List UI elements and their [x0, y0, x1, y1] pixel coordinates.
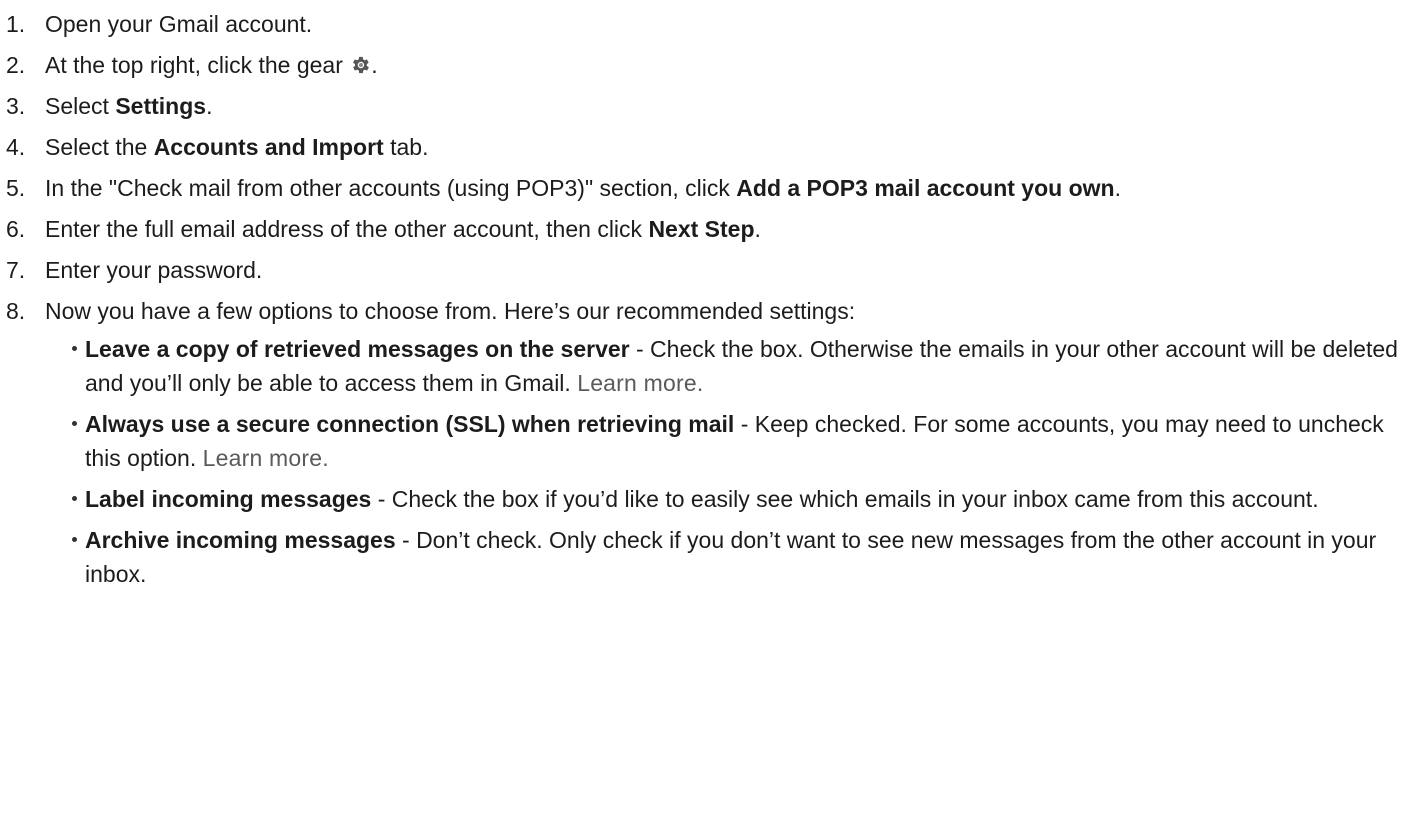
step-number: 1. [6, 11, 26, 37]
step-number: 7. [6, 257, 26, 283]
options-list: Leave a copy of retrieved messages on th… [45, 332, 1400, 591]
step-text: Now you have a few options to choose fro… [45, 298, 856, 324]
bullet [72, 421, 77, 426]
step-4: 4. Select the Accounts and Import tab. [0, 130, 1400, 164]
step-number: 3. [6, 93, 26, 119]
step-text: In the "Check mail from other accounts (… [45, 175, 737, 201]
option-text: - Check the box if you’d like to easily … [371, 486, 1319, 512]
settings-term: Settings [115, 93, 207, 119]
step-number: 2. [6, 52, 26, 78]
option-label-incoming: Label incoming messages - Check the box … [45, 482, 1400, 516]
step-number: 5. [6, 175, 26, 201]
option-title: Archive incoming messages [85, 527, 396, 553]
step-6: 6. Enter the full email address of the o… [0, 212, 1400, 246]
step-number: 4. [6, 134, 26, 160]
next-step-term: Next Step [648, 216, 755, 242]
step-text-end: tab. [383, 134, 429, 160]
bullet [72, 496, 77, 501]
learn-more-link[interactable]: Learn more. [203, 445, 329, 471]
step-text: Open your Gmail account. [45, 11, 313, 37]
step-8: 8. Now you have a few options to choose … [0, 294, 1400, 591]
option-archive-incoming: Archive incoming messages - Don’t check.… [45, 523, 1400, 591]
step-text-end: . [754, 216, 761, 242]
step-3: 3. Select Settings. [0, 89, 1400, 123]
bullet [72, 346, 77, 351]
step-number: 6. [6, 216, 26, 242]
gear-icon [349, 51, 371, 74]
learn-more-link[interactable]: Learn more. [577, 370, 703, 396]
option-leave-copy: Leave a copy of retrieved messages on th… [45, 332, 1400, 400]
step-number: 8. [6, 298, 26, 324]
step-text-end: . [371, 52, 378, 78]
step-text: Select [45, 93, 116, 119]
steps-list: 1. Open your Gmail account. 2. At the to… [0, 7, 1400, 598]
option-title: Leave a copy of retrieved messages on th… [85, 336, 630, 362]
accounts-import-term: Accounts and Import [153, 134, 384, 160]
step-1: 1. Open your Gmail account. [0, 7, 1400, 41]
step-text: Enter your password. [45, 257, 263, 283]
option-ssl: Always use a secure connection (SSL) whe… [45, 407, 1400, 475]
step-7: 7. Enter your password. [0, 253, 1400, 287]
step-text-end: . [1114, 175, 1121, 201]
bullet [72, 537, 77, 542]
instructions-page: 1. Open your Gmail account. 2. At the to… [0, 0, 1406, 816]
option-title: Always use a secure connection (SSL) whe… [85, 411, 735, 437]
step-text: Enter the full email address of the othe… [45, 216, 649, 242]
add-pop3-term: Add a POP3 mail account you own [736, 175, 1115, 201]
step-text-end: . [206, 93, 213, 119]
step-text: Select the [45, 134, 154, 160]
step-text: At the top right, click the gear [45, 52, 350, 78]
option-title: Label incoming messages [85, 486, 372, 512]
step-2: 2. At the top right, click the gear . [0, 48, 1400, 82]
step-5: 5. In the "Check mail from other account… [0, 171, 1400, 205]
